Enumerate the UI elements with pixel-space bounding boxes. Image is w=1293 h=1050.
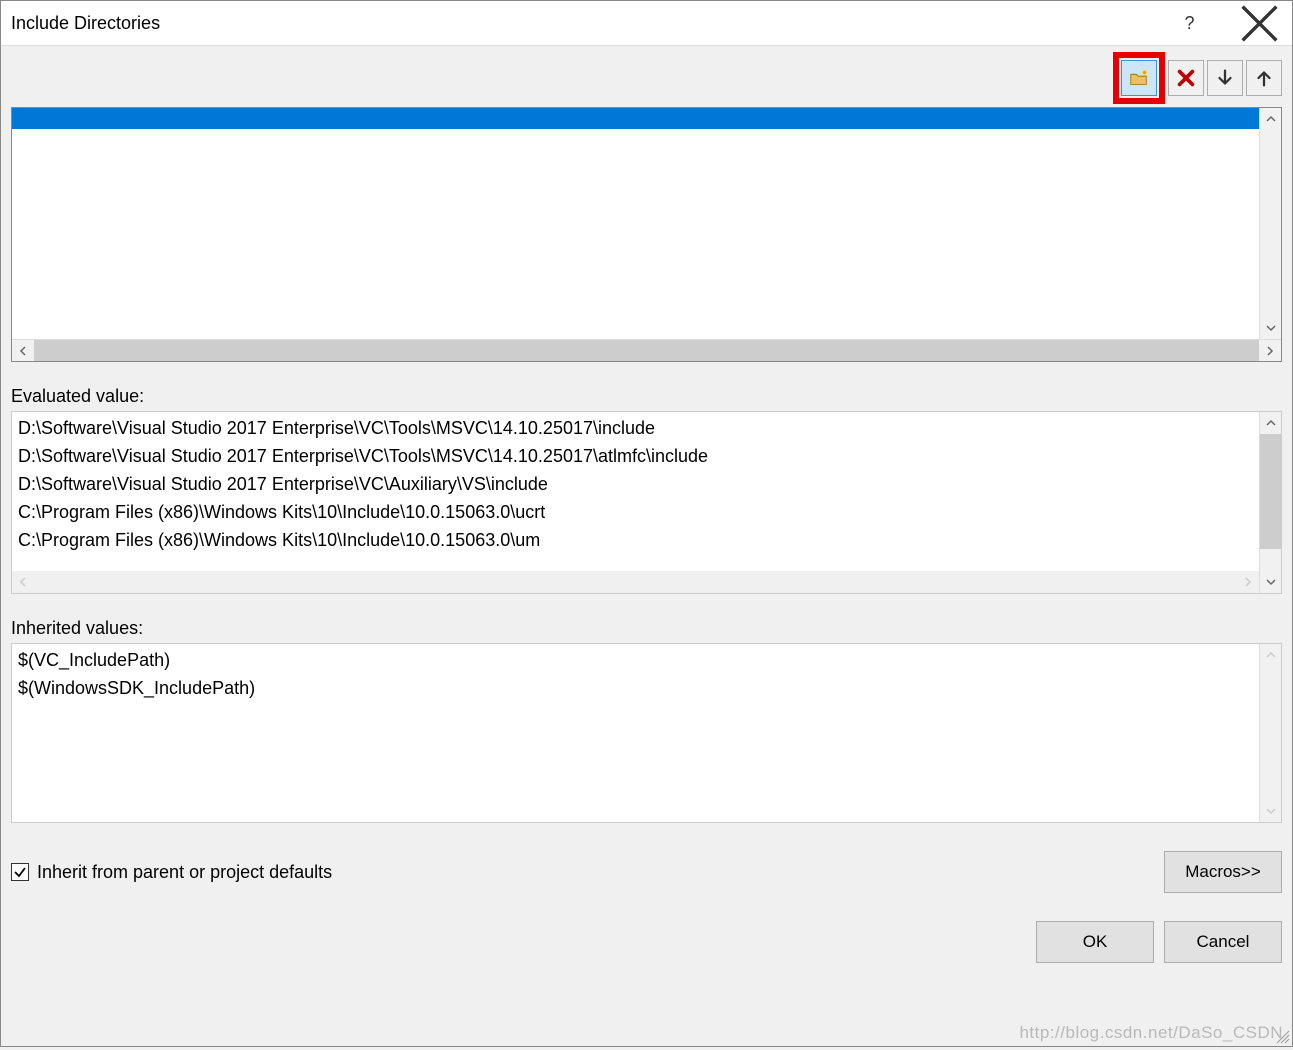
macros-button[interactable]: Macros>> — [1164, 851, 1282, 893]
resize-grip-icon — [1275, 1029, 1291, 1045]
scroll-up-icon[interactable] — [1260, 412, 1281, 434]
new-folder-icon — [1128, 67, 1150, 89]
inherited-values-content: $(VC_IncludePath) $(WindowsSDK_IncludePa… — [12, 644, 1259, 822]
scroll-right-icon — [1237, 571, 1259, 593]
ok-button[interactable]: OK — [1036, 921, 1154, 963]
resize-grip[interactable] — [1275, 1029, 1291, 1045]
evaluated-value-label: Evaluated value: — [11, 386, 1282, 407]
dialog-body: Evaluated value: D:\Software\Visual Stud… — [1, 46, 1292, 1046]
selected-row[interactable] — [12, 108, 1259, 129]
scroll-thumb[interactable] — [1260, 434, 1281, 549]
help-button[interactable]: ? — [1167, 3, 1212, 43]
scroll-right-icon[interactable] — [1259, 340, 1281, 361]
evaluated-hscrollbar — [12, 571, 1259, 593]
evaluated-value-content: D:\Software\Visual Studio 2017 Enterpris… — [12, 412, 1259, 571]
delete-button[interactable] — [1168, 60, 1204, 96]
inherit-checkbox[interactable] — [11, 863, 29, 881]
scroll-track[interactable] — [34, 340, 1259, 361]
scroll-left-icon — [12, 571, 34, 593]
inherited-vscrollbar — [1259, 644, 1281, 822]
inherited-values-label: Inherited values: — [11, 618, 1282, 639]
scroll-down-icon[interactable] — [1260, 317, 1281, 339]
include-directories-dialog: Include Directories ? — [0, 0, 1293, 1047]
evaluated-vscrollbar[interactable] — [1259, 412, 1281, 593]
edit-vscrollbar[interactable] — [1259, 108, 1281, 339]
scroll-up-icon[interactable] — [1260, 108, 1281, 130]
check-icon — [13, 865, 27, 879]
arrow-up-icon — [1253, 67, 1275, 89]
close-icon — [1237, 1, 1282, 46]
titlebar: Include Directories ? — [1, 1, 1292, 46]
arrow-down-icon — [1214, 67, 1236, 89]
close-button[interactable] — [1237, 3, 1282, 43]
dialog-buttons: OK Cancel — [11, 921, 1282, 963]
move-up-button[interactable] — [1246, 60, 1282, 96]
window-title: Include Directories — [11, 13, 1167, 34]
edit-hscrollbar[interactable] — [12, 339, 1281, 361]
scroll-down-icon — [1260, 800, 1281, 822]
bottom-row-1: Inherit from parent or project defaults … — [11, 851, 1282, 893]
delete-x-icon — [1175, 67, 1197, 89]
inherit-checkbox-wrap[interactable]: Inherit from parent or project defaults — [11, 862, 332, 883]
scroll-down-icon[interactable] — [1260, 571, 1281, 593]
cancel-button[interactable]: Cancel — [1164, 921, 1282, 963]
new-line-button[interactable] — [1121, 60, 1157, 96]
directories-edit-list[interactable] — [11, 107, 1282, 362]
highlight-annotation — [1113, 52, 1165, 104]
evaluated-value-panel: D:\Software\Visual Studio 2017 Enterpris… — [11, 411, 1282, 594]
inherited-values-panel: $(VC_IncludePath) $(WindowsSDK_IncludePa… — [11, 643, 1282, 823]
scroll-left-icon[interactable] — [12, 340, 34, 361]
scroll-thumb[interactable] — [1260, 130, 1281, 317]
edit-list-content[interactable] — [12, 108, 1259, 339]
scroll-up-icon — [1260, 644, 1281, 666]
list-toolbar — [11, 54, 1282, 102]
move-down-button[interactable] — [1207, 60, 1243, 96]
inherit-checkbox-label: Inherit from parent or project defaults — [37, 862, 332, 883]
